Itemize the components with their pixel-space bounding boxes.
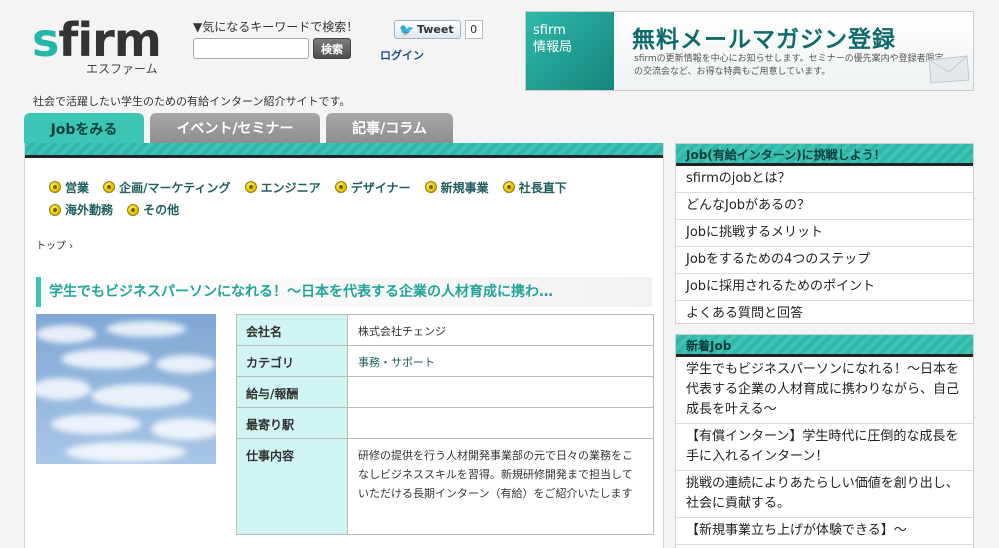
category-label: 海外勤務 bbox=[65, 203, 114, 217]
tweet-button[interactable]: 🐦 Tweet bbox=[394, 20, 461, 39]
category-label: 企画/マーケティング bbox=[119, 180, 231, 195]
tweet-area: 🐦 Tweet 0 bbox=[394, 20, 483, 39]
category-designer[interactable]: デザイナー bbox=[334, 179, 411, 196]
banner-right-block: 無料メールマガジン登録 sfirmの更新情報を中心にお知らせします。セミナーの優… bbox=[614, 12, 973, 90]
site-tagline: 社会で活躍したい学生のための有給インターン紹介サイトです。 bbox=[33, 95, 351, 108]
category-new-business[interactable]: 新規事業 bbox=[424, 179, 489, 196]
breadcrumb[interactable]: トップ › bbox=[36, 237, 73, 252]
sidebar-item-four-steps[interactable]: Jobをするための4つのステップ bbox=[676, 247, 973, 274]
tweet-count: 0 bbox=[464, 20, 483, 39]
tab-events-seminars[interactable]: イベント/セミナー bbox=[150, 113, 320, 143]
category-list: 営業 企画/マーケティング エンジニア デザイナー 新規事業 社長直下 海外勤務… bbox=[49, 178, 639, 223]
job-details-table: 会社名 株式会社チェンジ カテゴリ 事務・サポート 給与/報酬 最寄り駅 仕事内… bbox=[236, 314, 654, 535]
mail-magazine-banner[interactable]: sfirm 情報局 無料メールマガジン登録 sfirmの更新情報を中心にお知らせ… bbox=[525, 11, 974, 91]
list-item[interactable]: 【有償インターン】学生時代に圧倒的な成長を手に入れるインターン！ bbox=[676, 424, 973, 471]
table-row: カテゴリ 事務・サポート bbox=[236, 345, 654, 377]
category-label: その他 bbox=[143, 203, 180, 217]
tab-jobs[interactable]: Jobをみる bbox=[24, 113, 144, 144]
search-area: ▼気になるキーワードで検索！ 検索 bbox=[193, 18, 358, 59]
row-value-category[interactable]: 事務・サポート bbox=[347, 345, 654, 377]
yellow-circle-icon bbox=[127, 203, 140, 216]
tab-articles-columns[interactable]: 記事/コラム bbox=[326, 113, 453, 143]
table-row: 給与/報酬 bbox=[236, 376, 654, 408]
yellow-circle-icon bbox=[334, 181, 347, 193]
search-button[interactable]: 検索 bbox=[313, 38, 351, 59]
row-label-company: 会社名 bbox=[236, 314, 348, 346]
envelope-icon bbox=[928, 55, 970, 84]
row-value-company: 株式会社チェンジ bbox=[347, 314, 654, 346]
banner-left-line2: 情報局 bbox=[533, 40, 573, 55]
logo-rest: firm bbox=[58, 13, 161, 67]
main-panel-stripe bbox=[25, 143, 663, 158]
sidebar-item-faq[interactable]: よくある質問と回答 bbox=[676, 301, 973, 327]
banner-title: 無料メールマガジン登録 bbox=[632, 27, 896, 53]
yellow-circle-icon bbox=[424, 181, 437, 193]
job-title[interactable]: 学生でもビジネスパーソンになれる！〜日本を代表する企業の人材育成に携わ… bbox=[36, 277, 652, 307]
search-label: ▼気になるキーワードで検索！ bbox=[193, 20, 359, 34]
sidebar-job-challenge-title: Job(有給インターン)に挑戦しよう！ bbox=[676, 144, 973, 166]
yellow-circle-icon bbox=[244, 181, 257, 193]
twitter-bird-icon: 🐦 bbox=[399, 22, 414, 37]
search-row: 検索 bbox=[193, 38, 358, 59]
row-value-station bbox=[347, 407, 654, 439]
table-row: 最寄り駅 bbox=[236, 407, 654, 439]
row-label-station: 最寄り駅 bbox=[236, 407, 348, 439]
yellow-circle-icon bbox=[49, 203, 61, 216]
yellow-circle-icon bbox=[49, 181, 61, 193]
main-panel: 営業 企画/マーケティング エンジニア デザイナー 新規事業 社長直下 海外勤務… bbox=[24, 143, 664, 548]
login-link[interactable]: ログイン bbox=[380, 47, 424, 63]
row-label-category: カテゴリ bbox=[236, 345, 348, 377]
logo-kana: エスファーム bbox=[86, 62, 158, 76]
category-label: デザイナー bbox=[350, 180, 411, 195]
sidebar-new-jobs: 新着Job 学生でもビジネスパーソンになれる！〜日本を代表する企業の人材育成に携… bbox=[675, 334, 974, 548]
category-other[interactable]: その他 bbox=[127, 201, 179, 218]
row-label-salary: 給与/報酬 bbox=[236, 376, 348, 408]
category-engineer[interactable]: エンジニア bbox=[244, 179, 321, 196]
category-label: 営業 bbox=[65, 180, 90, 195]
category-planning-marketing[interactable]: 企画/マーケティング bbox=[103, 179, 231, 196]
sidebar-new-jobs-title: 新着Job bbox=[676, 335, 973, 357]
yellow-circle-icon bbox=[502, 181, 515, 193]
category-under-president[interactable]: 社長直下 bbox=[502, 179, 567, 196]
yellow-circle-icon bbox=[103, 181, 116, 193]
row-value-job-description: 研修の提供を行う人材開発事業部の元で日々の業務をこなしビジネススキルを習得。新規… bbox=[347, 438, 654, 535]
row-label-job-description: 仕事内容 bbox=[236, 438, 348, 535]
site-logo[interactable]: sfirm エスファーム bbox=[32, 14, 172, 78]
category-label: 社長直下 bbox=[518, 180, 567, 195]
category-label: エンジニア bbox=[260, 180, 321, 195]
sidebar-job-challenge: Job(有給インターン)に挑戦しよう！ sfirmのjobとは？ どんなJobが… bbox=[675, 143, 974, 324]
logo-s: s bbox=[32, 13, 59, 67]
list-item[interactable]: 学生でもビジネスパーソンになれる！〜日本を代表する企業の人材育成に携わりながら、… bbox=[676, 357, 973, 424]
category-sales[interactable]: 営業 bbox=[49, 179, 89, 196]
banner-left-block: sfirm 情報局 bbox=[526, 12, 614, 90]
table-row: 会社名 株式会社チェンジ bbox=[236, 314, 654, 346]
list-item[interactable]: 【新規事業立ち上げが体験できる】〜 bbox=[676, 518, 973, 545]
banner-left-line1: sfirm bbox=[533, 23, 566, 38]
search-input[interactable] bbox=[193, 38, 309, 59]
sidebar-item-merits[interactable]: Jobに挑戦するメリット bbox=[676, 220, 973, 247]
sidebar-item-hiring-points[interactable]: Jobに採用されるためのポイント bbox=[676, 274, 973, 301]
category-label: 新規事業 bbox=[440, 180, 489, 195]
list-item[interactable]: 挑戦の連続によりあたらしい価値を創り出し、社会に貢献する。 bbox=[676, 471, 973, 518]
logo-wordmark: sfirm bbox=[32, 14, 172, 66]
job-photo-sky bbox=[36, 314, 216, 464]
table-row: 仕事内容 研修の提供を行う人材開発事業部の元で日々の業務をこなしビジネススキルを… bbox=[236, 438, 654, 535]
sidebar-item-about-jobs[interactable]: sfirmのjobとは？ bbox=[676, 166, 973, 193]
row-value-salary bbox=[347, 376, 654, 408]
sidebar-item-job-types[interactable]: どんなJobがあるの？ bbox=[676, 193, 973, 220]
tweet-label: Tweet bbox=[416, 23, 454, 36]
banner-description: sfirmの更新情報を中心にお知らせします。セミナーの優先案内や登録者限定の交流… bbox=[634, 54, 944, 77]
category-overseas[interactable]: 海外勤務 bbox=[49, 201, 113, 218]
